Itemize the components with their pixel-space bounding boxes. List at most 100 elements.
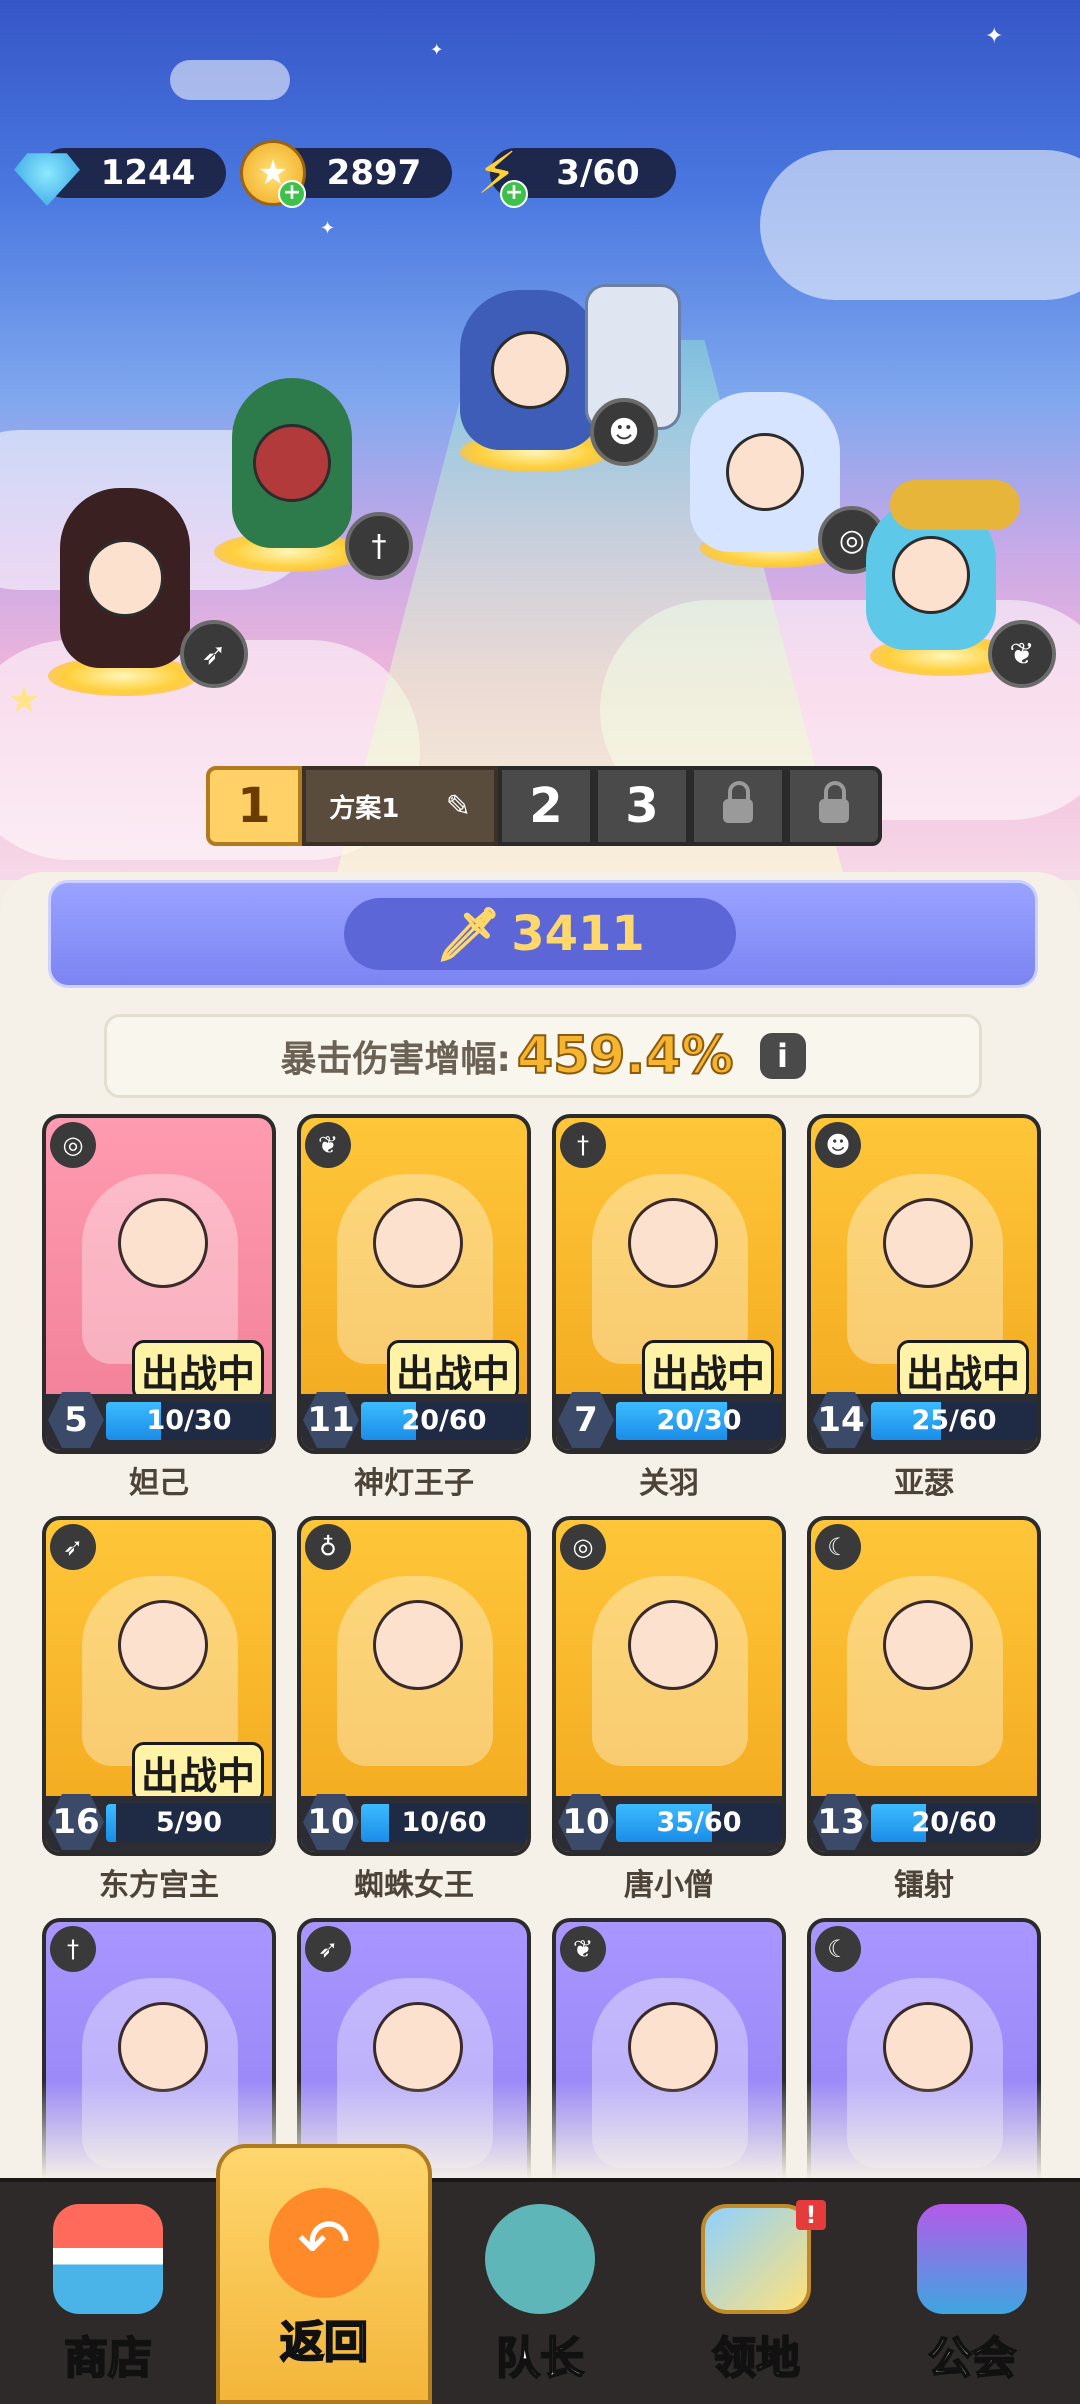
spiral-icon: ◎ [50,1122,96,1168]
wings-icon: ❦ [560,1926,606,1972]
level-row: 13 20/60 [811,1794,1037,1852]
hero-name: 神灯王子 [354,1466,474,1501]
progress-text: 10/30 [146,1405,232,1436]
hero-portrait [82,1576,238,1766]
nav-guild[interactable]: 公会 [864,2182,1080,2404]
level-row: 10 10/60 [301,1794,527,1852]
hero-card[interactable]: ➶ 出战中 16 5/90 [42,1516,276,1856]
hero-card[interactable]: ♁ 10 10/60 [297,1516,531,1856]
list-fade [0,2080,1080,2180]
hero-arthur-figure[interactable] [460,290,600,450]
progress-text: 10/60 [401,1807,487,1838]
deployed-badge: 出战中 [131,1742,264,1803]
mask-icon: ☻ [815,1122,861,1168]
progress-text: 20/60 [401,1405,487,1436]
level-badge: 7 [558,1392,614,1448]
bow-role-icon: ➶ [180,620,248,688]
lock-icon [819,781,849,823]
shard-progress-bar: 20/60 [871,1804,1037,1842]
hero-portrait [847,1174,1003,1364]
sword-icon: † [560,1122,606,1168]
nav-guild-label: 公会 [927,2332,1017,2385]
scythe-icon: ☾ [815,1524,861,1570]
stat-value: 459.4% [516,1025,735,1087]
deployed-badge: 出战中 [896,1340,1029,1401]
level-badge: 16 [48,1794,104,1850]
level-badge: 10 [303,1794,359,1850]
battle-formation-scene: ✦ ✦ ✦ ★ ☻ † ➶ ◎ ❦ 1244 2897 ★ + 3/60 ⚡ + [0,0,1080,880]
gold-count: 2897 [326,153,422,193]
gem-count: 1244 [100,153,196,193]
deployed-badge: 出战中 [641,1340,774,1401]
level-row: 14 25/60 [811,1392,1037,1450]
mask-role-icon: ☻ [590,398,658,466]
shard-progress-bar: 20/30 [616,1402,782,1440]
sword-role-icon: † [345,512,413,580]
shard-progress-bar: 10/30 [106,1402,272,1440]
level-row: 10 35/60 [556,1794,782,1852]
hero-card[interactable]: ☾ 13 20/60 [807,1516,1041,1856]
plan-name-field[interactable]: 方案1 ✎ [302,766,498,846]
wings-icon: ❦ [305,1122,351,1168]
scythe-icon: ☾ [815,1926,861,1972]
hero-name: 唐小僧 [624,1868,714,1903]
progress-text: 35/60 [656,1807,742,1838]
level-row: 5 10/30 [46,1392,272,1450]
captain-avatar-icon [485,2204,595,2314]
hero-card[interactable]: ☻ 出战中 14 25/60 [807,1114,1041,1454]
level-row: 16 5/90 [46,1794,272,1852]
add-gold-icon[interactable]: + [278,180,306,208]
edit-icon: ✎ [445,788,471,824]
progress-text: 5/90 [155,1807,223,1838]
hero-daji-figure[interactable] [690,392,840,552]
sword-icon: † [50,1926,96,1972]
plan-tab-1[interactable]: 1 [206,766,302,846]
plan-selector: 1 方案1 ✎ 2 3 [206,766,882,846]
hero-card[interactable]: ◎ 出战中 5 10/30 [42,1114,276,1454]
add-energy-icon[interactable]: + [500,180,528,208]
shard-progress-bar: 25/60 [871,1402,1037,1440]
info-icon[interactable]: i [759,1033,806,1079]
hero-portrait [592,1174,748,1364]
magic-lamp [890,480,1020,530]
lock-icon [723,781,753,823]
hero-guanyu-figure[interactable] [232,378,352,548]
power-display: 🗡 3411 [344,898,736,970]
plan-tab-locked-5[interactable] [786,766,882,846]
deployed-badge: 出战中 [386,1340,519,1401]
nav-back[interactable]: ↶ 返回 [216,2144,432,2404]
hero-dongfang-figure[interactable] [60,488,190,668]
nav-territory-label: 领地 [711,2332,801,2385]
plan-name-label: 方案1 [329,793,400,824]
hero-portrait [82,1174,238,1364]
hero-card[interactable]: ❦ 出战中 11 20/60 [297,1114,531,1454]
energy-count: 3/60 [556,153,640,193]
level-badge: 5 [48,1392,104,1448]
spiral-icon: ◎ [560,1524,606,1570]
nav-shop-label: 商店 [63,2332,153,2385]
plan-tab-locked-4[interactable] [690,766,786,846]
nav-back-label: 返回 [279,2316,369,2369]
wings-role-icon: ❦ [988,620,1056,688]
level-row: 11 20/60 [301,1392,527,1450]
shard-progress-bar: 20/60 [361,1402,527,1440]
level-badge: 14 [813,1392,869,1448]
nav-shop[interactable]: 商店 [0,2182,216,2404]
hero-portrait [592,1576,748,1766]
bottom-nav: 商店 ↶ 返回 队长 ! 领地 公会 [0,2144,1080,2404]
hero-card[interactable]: † 出战中 7 20/30 [552,1114,786,1454]
plan-tab-2[interactable]: 2 [498,766,594,846]
shop-icon [53,2204,163,2314]
nav-territory[interactable]: ! 领地 [648,2182,864,2404]
crit-damage-stat: 暴击伤害增幅: 459.4% i [104,1014,982,1098]
hero-name: 亚瑟 [894,1466,954,1501]
hero-portrait [337,1576,493,1766]
nav-captain-label: 队长 [495,2332,585,2385]
level-badge: 13 [813,1794,869,1850]
alert-badge: ! [796,2200,826,2230]
shard-progress-bar: 35/60 [616,1804,782,1842]
nav-captain[interactable]: 队长 [432,2182,648,2404]
plan-tab-3[interactable]: 3 [594,766,690,846]
progress-text: 20/60 [911,1807,997,1838]
hero-card[interactable]: ◎ 10 35/60 [552,1516,786,1856]
